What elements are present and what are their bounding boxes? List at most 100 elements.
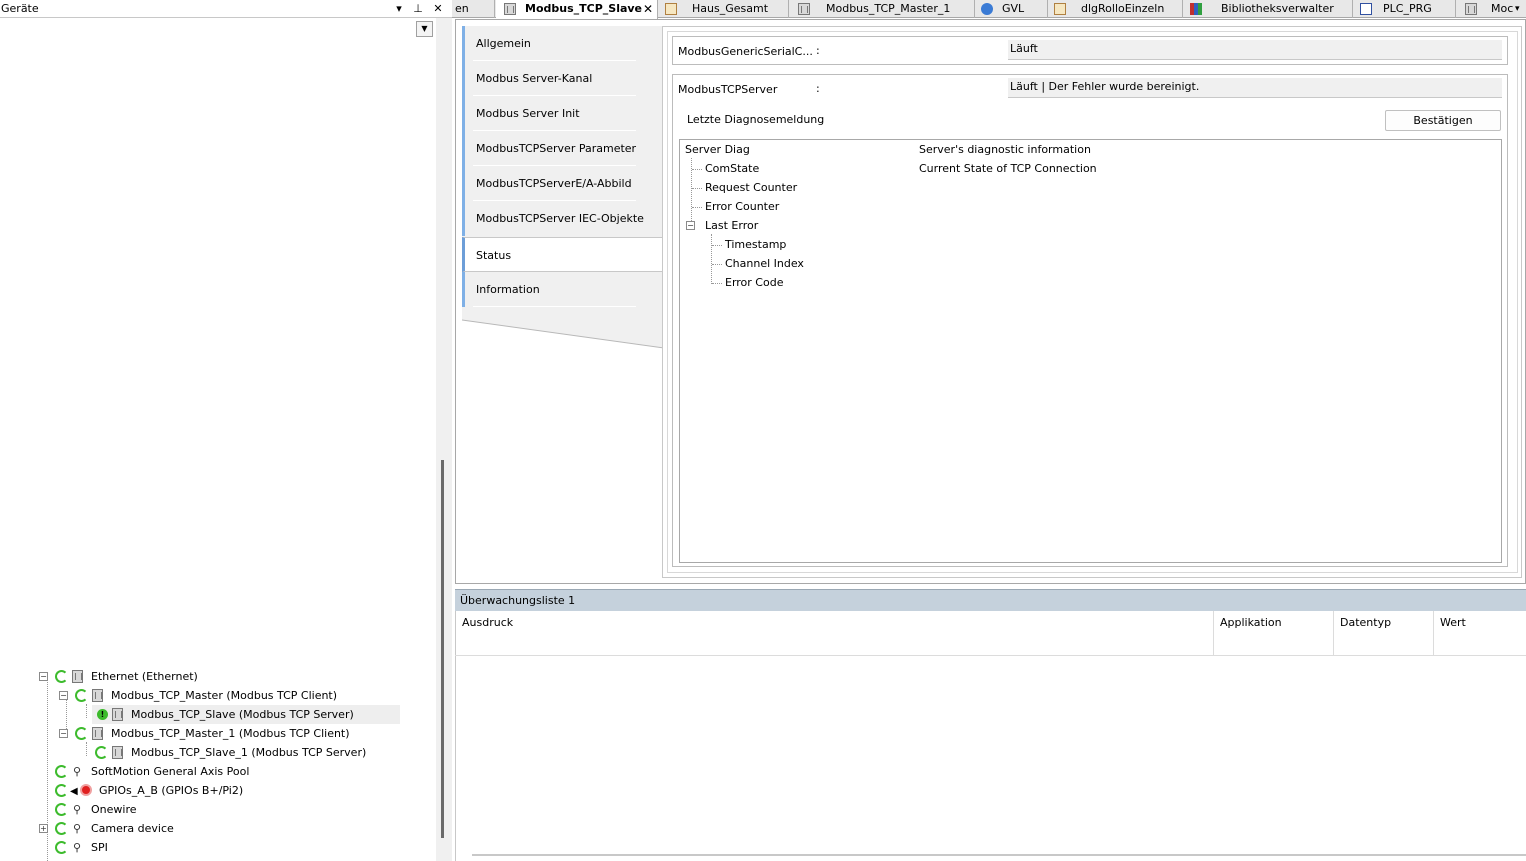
devices-scrollbar-thumb[interactable] — [441, 460, 444, 838]
tree-item-camera-device[interactable]: + ⚲ Camera device — [38, 819, 238, 838]
tab-overflow-icon[interactable]: ▾ — [1515, 0, 1520, 18]
side-tab-modbus-server-kanal[interactable]: Modbus Server-Kanal — [462, 61, 664, 96]
close-tab-icon[interactable]: ✕ — [643, 0, 653, 18]
tree-item-softmotion[interactable]: ⚲ SoftMotion General Axis Pool — [38, 762, 338, 781]
generic-status-colon: : — [816, 44, 820, 57]
axis-icon: ⚲ — [73, 803, 82, 816]
generic-status-value: Läuft — [1008, 40, 1502, 60]
confirm-button[interactable]: Bestätigen — [1385, 110, 1501, 131]
library-icon — [1190, 3, 1202, 15]
tab-plc-prg[interactable]: PLC_PRG — [1354, 0, 1456, 18]
diag-item-comstate[interactable]: ComState — [705, 159, 759, 178]
tree-item-modbus-tcp-slave[interactable]: ! Modbus_TCP_Slave (Modbus TCP Server) — [92, 705, 400, 724]
tree-item-label: Modbus_TCP_Slave_1 (Modbus TCP Server) — [131, 746, 367, 759]
side-tab-allgemein[interactable]: Allgemein — [462, 26, 664, 61]
status-warning-icon: ! — [97, 709, 108, 720]
side-tab-label: ModbusTCPServerE/A-Abbild — [476, 177, 632, 190]
axis-icon: ⚲ — [73, 841, 82, 854]
tab-modbus-tcp-master-1[interactable]: Modbus_TCP_Master_1 — [790, 0, 975, 18]
pane-menu-icon[interactable]: ▾ — [392, 2, 406, 16]
status-ok-icon — [55, 765, 68, 778]
side-tab-information[interactable]: Information — [462, 272, 664, 307]
tree-item-label: Onewire — [91, 803, 137, 816]
diag-item-error-counter[interactable]: Error Counter — [705, 197, 779, 216]
diag-item-last-error[interactable]: Last Error — [705, 216, 758, 235]
side-tab-label: Allgemein — [476, 37, 531, 50]
tree-item-label: Modbus_TCP_Slave (Modbus TCP Server) — [131, 708, 354, 721]
tree-item-ethernet[interactable]: − Ethernet (Ethernet) — [38, 667, 398, 686]
program-icon — [1360, 3, 1372, 15]
side-tab-status[interactable]: Status — [462, 237, 664, 272]
device-icon — [92, 689, 103, 702]
tab-label: GVL — [1002, 2, 1025, 15]
visualization-icon — [665, 3, 677, 15]
pin-icon[interactable]: ⊥ — [411, 2, 425, 16]
tab-bibliotheksverwalter[interactable]: Bibliotheksverwalter — [1184, 0, 1353, 18]
device-icon — [1465, 3, 1477, 15]
collapse-icon[interactable]: − — [59, 729, 68, 738]
side-tab-label: ModbusTCPServer IEC-Objekte — [476, 212, 644, 225]
status-ok-icon — [95, 746, 108, 759]
watch-list-title[interactable]: Überwachungsliste 1 — [455, 589, 1526, 611]
tree-item-label: SPI — [91, 841, 108, 854]
devices-scrollbar[interactable] — [436, 18, 452, 861]
diag-item-name: Server Diag — [685, 143, 750, 156]
side-tab-modbustcpserver-iec-objekte[interactable]: ModbusTCPServer IEC-Objekte — [462, 201, 664, 236]
side-tab-modbustcpserver-ea-abbild[interactable]: ModbusTCPServerE/A-Abbild — [462, 166, 664, 201]
chevron-down-icon[interactable]: ▼ — [416, 21, 433, 37]
tab-dlgrolloeinzeln[interactable]: dlgRolloEinzeln — [1049, 0, 1183, 18]
diag-item-request-counter[interactable]: Request Counter — [705, 178, 797, 197]
side-tab-modbustcpserver-parameter[interactable]: ModbusTCPServer Parameter — [462, 131, 664, 166]
tree-item-label: Ethernet (Ethernet) — [91, 670, 198, 683]
collapse-icon[interactable]: − — [686, 221, 695, 230]
tcp-status-value: Läuft | Der Fehler wurde bereinigt. — [1008, 78, 1502, 98]
diagnostic-tree[interactable] — [679, 139, 1502, 563]
close-pane-icon[interactable]: ✕ — [431, 2, 445, 16]
column-header-datentyp[interactable]: Datentyp — [1333, 611, 1433, 656]
tab-partial-left[interactable]: en — [452, 0, 495, 18]
tree-item-label: GPIOs_A_B (GPIOs B+/Pi2) — [99, 784, 244, 797]
tree-item-onewire[interactable]: ⚲ Onewire — [38, 800, 238, 819]
side-tab-label: Status — [476, 249, 512, 262]
tree-line — [692, 188, 702, 189]
side-tab-label: Modbus Server-Kanal — [476, 72, 593, 85]
tab-label: Moc — [1491, 2, 1514, 15]
axis-icon: ⚲ — [73, 822, 82, 835]
column-header-wert[interactable]: Wert — [1433, 611, 1526, 656]
tcp-status-label: ModbusTCPServer — [678, 83, 778, 96]
tree-item-label: Modbus_TCP_Master (Modbus TCP Client) — [111, 689, 338, 702]
side-tab-label: ModbusTCPServer Parameter — [476, 142, 637, 155]
diag-item-error-code[interactable]: Error Code — [725, 273, 783, 292]
tab-gvl[interactable]: GVL — [976, 0, 1048, 18]
diag-item-channel-index[interactable]: Channel Index — [725, 254, 804, 273]
tab-partial-right[interactable]: Moc ▾ — [1457, 0, 1526, 18]
tree-item-gpios[interactable]: ◀ GPIOs_A_B (GPIOs B+/Pi2) — [38, 781, 338, 800]
devices-pane-title: Geräte — [1, 2, 39, 15]
tab-label: dlgRolloEinzeln — [1081, 2, 1165, 15]
diag-item-timestamp[interactable]: Timestamp — [725, 235, 786, 254]
tab-label: en — [455, 2, 469, 15]
diag-item-name: ComState — [705, 162, 760, 175]
status-ok-icon — [75, 689, 88, 702]
watch-horizontal-scrollbar[interactable] — [472, 854, 1526, 856]
diag-item-server-diag[interactable]: Server Diag — [685, 140, 750, 159]
tree-item-label: SoftMotion General Axis Pool — [91, 765, 250, 778]
expand-icon[interactable]: + — [39, 824, 48, 833]
tree-item-modbus-tcp-master[interactable]: − Modbus_TCP_Master (Modbus TCP Client) — [58, 686, 398, 705]
watch-header-divider — [455, 655, 1526, 656]
tab-haus-gesamt[interactable]: Haus_Gesamt — [659, 0, 789, 18]
side-tab-label: Modbus Server Init — [476, 107, 580, 120]
tcp-status-colon: : — [816, 82, 820, 95]
status-ok-icon — [55, 841, 68, 854]
diag-item-description: Server's diagnostic information — [919, 143, 1091, 156]
tree-item-modbus-tcp-slave-1[interactable]: Modbus_TCP_Slave_1 (Modbus TCP Server) — [92, 743, 392, 762]
column-header-ausdruck[interactable]: Ausdruck — [456, 611, 1213, 656]
collapse-icon[interactable]: − — [59, 691, 68, 700]
tree-item-modbus-tcp-master-1[interactable]: − Modbus_TCP_Master_1 (Modbus TCP Client… — [58, 724, 398, 743]
tree-line — [712, 283, 722, 284]
collapse-icon[interactable]: − — [39, 672, 48, 681]
side-tab-modbus-server-init[interactable]: Modbus Server Init — [462, 96, 664, 131]
tab-modbus-tcp-slave[interactable]: Modbus_TCP_Slave ✕ — [496, 0, 658, 19]
column-header-applikation[interactable]: Applikation — [1213, 611, 1333, 656]
tree-item-spi[interactable]: ⚲ SPI — [38, 838, 238, 857]
